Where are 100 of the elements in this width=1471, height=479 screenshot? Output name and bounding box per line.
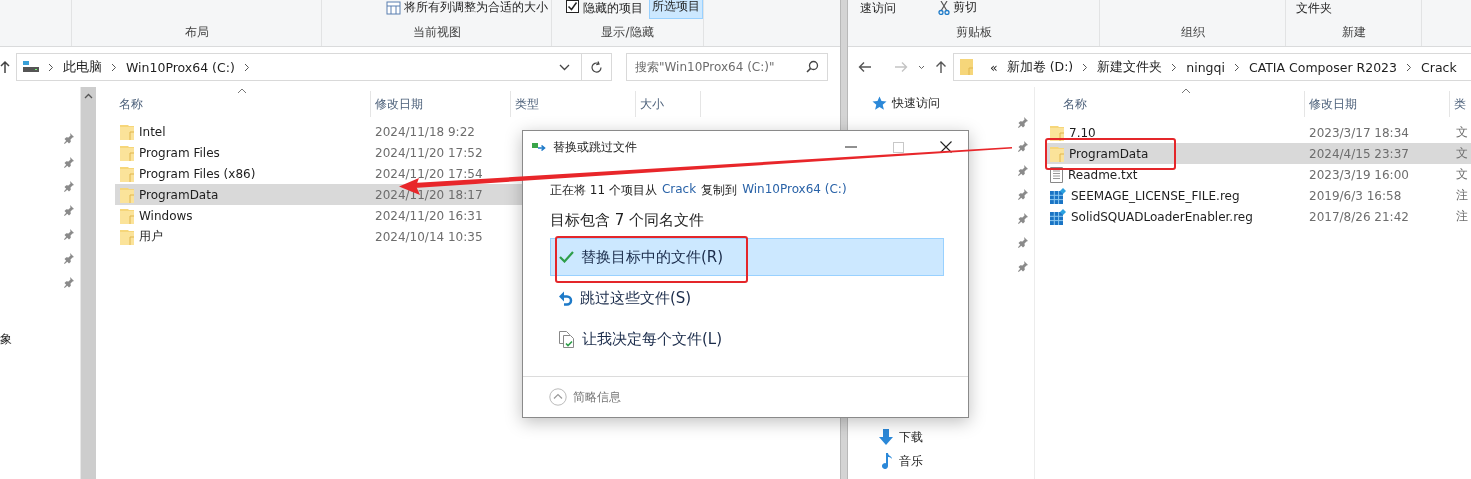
column-header[interactable]: 类型: [511, 91, 636, 117]
breadcrumb[interactable]: 此电脑: [63, 58, 102, 76]
collapse-icon[interactable]: [549, 388, 567, 406]
star-icon: [872, 95, 887, 111]
breadcrumb[interactable]: CATIA Composer R2023: [1248, 59, 1397, 75]
scrollbar[interactable]: [80, 87, 96, 479]
pin-icon[interactable]: [64, 133, 74, 144]
dropdown-icon[interactable]: [918, 64, 925, 70]
pin-icon[interactable]: [64, 229, 74, 240]
file-name: Readme.txt: [1068, 167, 1138, 182]
dialog-heading: 目标包含 7 个同名文件: [550, 211, 706, 230]
address-bar[interactable]: 此电脑 Win10Prox64 (C:): [16, 53, 612, 81]
back-icon[interactable]: [858, 61, 872, 73]
overflow-chevrons[interactable]: «: [990, 59, 998, 75]
group-label: 当前视图: [412, 24, 461, 41]
copy-arrow-icon: [532, 142, 548, 152]
checkbox[interactable]: [566, 0, 579, 13]
pin-icon[interactable]: [64, 181, 74, 192]
registry-file-icon: [1050, 208, 1066, 225]
registry-file-icon: [1050, 187, 1066, 204]
nav-item[interactable]: 音乐: [848, 449, 1034, 473]
message-text: 复制到: [701, 182, 738, 199]
option-button[interactable]: 替换目标中的文件(R): [550, 238, 944, 276]
group-label: 剪贴板: [955, 24, 992, 41]
option-button[interactable]: 让我决定每个文件(L): [550, 320, 944, 358]
file-row[interactable]: 7.10 2023/3/17 18:34 文: [1045, 122, 1471, 143]
breadcrumb[interactable]: Win10Prox64 (C:): [126, 59, 235, 75]
file-row[interactable]: SEEMAGE_LICENSE_FILE.reg 2019/6/3 16:58 注: [1045, 185, 1471, 206]
pin-icon[interactable]: [1018, 213, 1028, 224]
folder-icon: [120, 123, 134, 140]
pin-icon[interactable]: [1018, 117, 1028, 128]
files-check-icon: [559, 330, 575, 348]
file-row[interactable]: ProgramData 2024/4/15 23:37 文: [1045, 143, 1471, 164]
refresh-icon[interactable]: [590, 60, 603, 74]
checkbox-label: 隐藏的项目: [583, 0, 643, 17]
breadcrumb[interactable]: 新加卷 (D:): [1006, 58, 1074, 76]
chevron-icon: [1171, 62, 1178, 72]
nav-item[interactable]: 快速访问: [848, 91, 1034, 115]
search-icon[interactable]: [806, 60, 819, 73]
file-type: 注: [1455, 208, 1468, 225]
scroll-up-icon[interactable]: [84, 93, 93, 99]
pin-icon[interactable]: [64, 157, 74, 168]
file-name: ProgramData: [1069, 146, 1149, 161]
file-name: SEEMAGE_LICENSE_FILE.reg: [1071, 188, 1240, 203]
file-name: Windows: [139, 208, 193, 223]
search-field[interactable]: 搜索"Win10Prox64 (C:)": [626, 53, 828, 81]
up-icon[interactable]: [935, 60, 947, 74]
pin-icon[interactable]: [1018, 141, 1028, 152]
nav-item[interactable]: 下载: [848, 425, 1034, 449]
cut-button[interactable]: 剪切: [938, 0, 977, 16]
column-header[interactable]: 修改日期: [1305, 91, 1450, 117]
chevron-icon: [243, 62, 250, 72]
check-icon: [559, 251, 574, 263]
details-toggle[interactable]: 简略信息: [573, 388, 621, 406]
dropdown-icon[interactable]: [559, 63, 570, 71]
selected-items-button[interactable]: 所选项目: [649, 0, 703, 19]
column-header[interactable]: 类: [1450, 91, 1471, 117]
pin-icon[interactable]: [64, 277, 74, 288]
column-header[interactable]: 大小: [636, 91, 701, 117]
group-label: 显示/隐藏: [601, 24, 654, 41]
scissors-icon: [938, 0, 950, 15]
folder-icon: [960, 59, 973, 75]
option-button[interactable]: 跳过这些文件(S): [550, 279, 944, 317]
file-date: 2024/4/15 23:37: [1308, 146, 1410, 161]
source-link[interactable]: Crack: [661, 182, 697, 199]
file-type: 文: [1455, 124, 1468, 141]
nav-item[interactable]: 象: [0, 331, 12, 348]
chevron-icon: [111, 62, 117, 72]
column-header[interactable]: 名称: [1045, 91, 1305, 117]
quick-access-label[interactable]: 速访问: [860, 0, 896, 17]
nav-label: 音乐: [899, 452, 923, 470]
fit-columns-button[interactable]: 将所有列调整为合适的大小: [386, 0, 548, 16]
breadcrumb[interactable]: Crack: [1421, 59, 1457, 75]
file-name: Program Files (x86): [139, 166, 256, 181]
pin-icon[interactable]: [64, 253, 74, 264]
column-header[interactable]: 修改日期: [371, 91, 511, 117]
column-header[interactable]: 名称: [115, 91, 371, 117]
file-date: 2023/3/17 18:34: [1308, 125, 1410, 140]
group-label: 组织: [1180, 24, 1205, 41]
group-label: 布局: [184, 24, 209, 41]
pin-icon[interactable]: [1018, 189, 1028, 200]
file-type: 注: [1455, 187, 1468, 204]
file-date: 2019/6/3 16:58: [1308, 188, 1403, 203]
file-name: ProgramData: [139, 187, 219, 202]
file-row[interactable]: Readme.txt 2023/3/19 16:00 文: [1045, 164, 1471, 185]
chevron-icon: [1233, 62, 1240, 72]
pin-icon[interactable]: [1018, 165, 1028, 176]
up-icon[interactable]: [0, 60, 10, 74]
pin-icon[interactable]: [1018, 261, 1028, 272]
breadcrumb[interactable]: 新建文件夹: [1097, 58, 1163, 76]
pin-icon[interactable]: [1018, 237, 1028, 248]
close-icon[interactable]: [940, 141, 952, 153]
pin-icon[interactable]: [64, 205, 74, 216]
file-date: 2024/11/20 18:17: [374, 187, 483, 202]
file-name: Intel: [139, 124, 166, 139]
breadcrumb[interactable]: ningqi: [1186, 59, 1225, 75]
sort-caret-icon: [237, 88, 247, 94]
new-folder-label[interactable]: 文件夹: [1296, 0, 1332, 17]
file-row[interactable]: SolidSQUADLoaderEnabler.reg 2017/8/26 21:42 注: [1045, 206, 1471, 227]
address-bar[interactable]: « 新加卷 (D:) 新建文件夹 ningqi CATIA Composer R2023 Crack: [953, 53, 1471, 81]
